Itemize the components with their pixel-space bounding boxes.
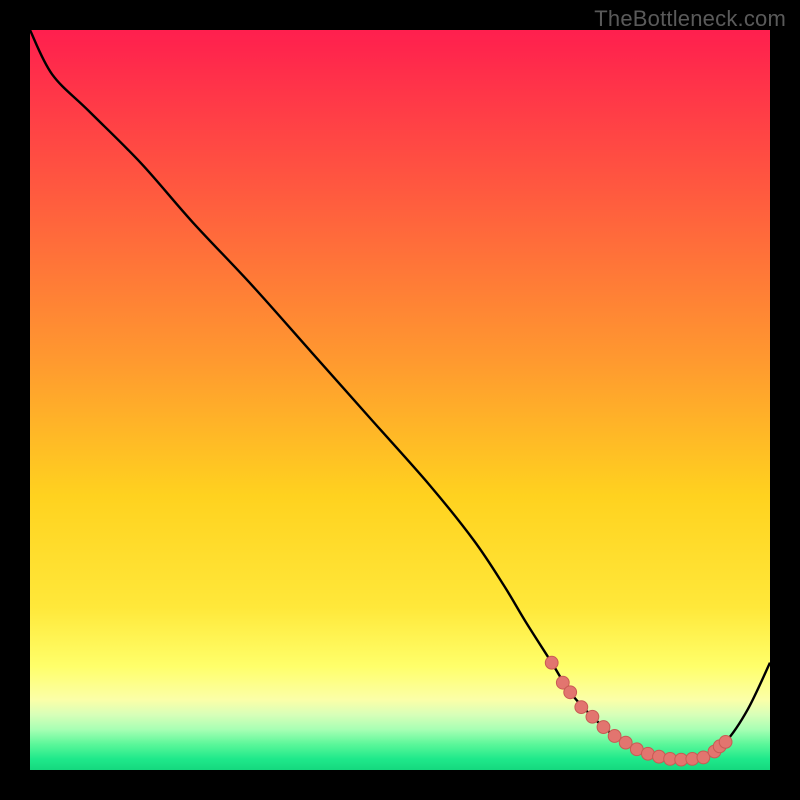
marker-dot: [564, 686, 577, 699]
watermark-label: TheBottleneck.com: [594, 6, 786, 32]
chart-background: [30, 30, 770, 770]
marker-dot: [719, 735, 732, 748]
marker-dot: [586, 710, 599, 723]
marker-dot: [653, 750, 666, 763]
marker-dot: [597, 721, 610, 734]
marker-dot: [608, 730, 621, 743]
chart-canvas: [30, 30, 770, 770]
marker-dot: [575, 701, 588, 714]
stage: TheBottleneck.com: [0, 0, 800, 800]
marker-dot: [545, 656, 558, 669]
chart-svg: [30, 30, 770, 770]
marker-dot: [619, 736, 632, 749]
